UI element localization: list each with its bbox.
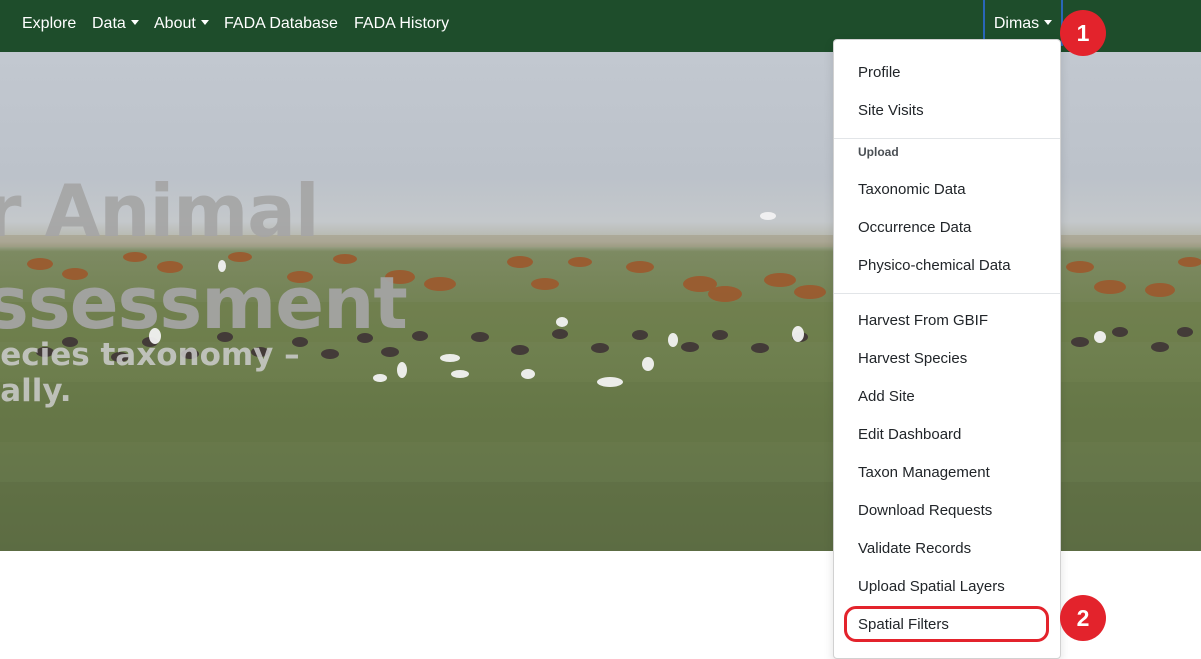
caret-down-icon (200, 20, 209, 25)
menu-item-occurrence-data[interactable]: Occurrence Data (834, 209, 1060, 247)
hero-subtitle-line-2: bally. (0, 373, 72, 409)
nav-about-label: About (154, 15, 196, 32)
hero-title-line-2: ssessment (0, 261, 408, 345)
user-name-label: Dimas (993, 15, 1040, 32)
nav-fada-history[interactable]: FADA History (354, 0, 449, 48)
menu-item-add-site[interactable]: Add Site (834, 378, 1060, 416)
menu-header-upload: Upload (858, 145, 899, 159)
menu-item-harvest-from-gbif[interactable]: Harvest From GBIF (834, 302, 1060, 340)
menu-item-edit-dashboard[interactable]: Edit Dashboard (834, 416, 1060, 454)
step-1-badge: 1 (1060, 10, 1106, 56)
nav-about-dropdown[interactable]: About (154, 0, 209, 48)
menu-divider (834, 293, 1060, 294)
nav-explore-label: Explore (22, 15, 77, 32)
menu-item-profile[interactable]: Profile (834, 54, 1060, 92)
menu-item-taxonomic-data[interactable]: Taxonomic Data (834, 171, 1060, 209)
nav-fada-database[interactable]: FADA Database (224, 0, 338, 48)
nav-fada-database-label: FADA Database (224, 15, 338, 32)
menu-item-validate-records[interactable]: Validate Records (834, 530, 1060, 568)
menu-item-physico-chemical-data[interactable]: Physico-chemical Data (834, 247, 1060, 285)
user-dropdown-menu: Profile Site Visits Upload Taxonomic Dat… (833, 39, 1061, 659)
nav-fada-history-label: FADA History (354, 15, 450, 32)
menu-item-harvest-species[interactable]: Harvest Species (834, 340, 1060, 378)
menu-item-download-requests[interactable]: Download Requests (834, 492, 1060, 530)
menu-item-site-visits[interactable]: Site Visits (834, 92, 1060, 130)
step-2-badge: 2 (1060, 595, 1106, 641)
menu-divider (834, 138, 1060, 139)
nav-explore[interactable]: Explore (22, 0, 76, 48)
caret-down-icon (1044, 20, 1053, 25)
nav-data-label: Data (92, 15, 126, 32)
hero-subtitle-line-1: pecies taxonomy – (0, 337, 300, 373)
caret-down-icon (130, 20, 139, 25)
menu-item-upload-spatial-layers[interactable]: Upload Spatial Layers (834, 568, 1060, 606)
hero-subtitle: pecies taxonomy – bally. (0, 337, 300, 409)
menu-item-taxon-management[interactable]: Taxon Management (834, 454, 1060, 492)
nav-data-dropdown[interactable]: Data (92, 0, 139, 48)
hero-title-line-1: r Animal (0, 169, 320, 253)
spatial-filters-highlight (844, 606, 1049, 642)
hero-title: r Animal ssessment (0, 165, 408, 349)
